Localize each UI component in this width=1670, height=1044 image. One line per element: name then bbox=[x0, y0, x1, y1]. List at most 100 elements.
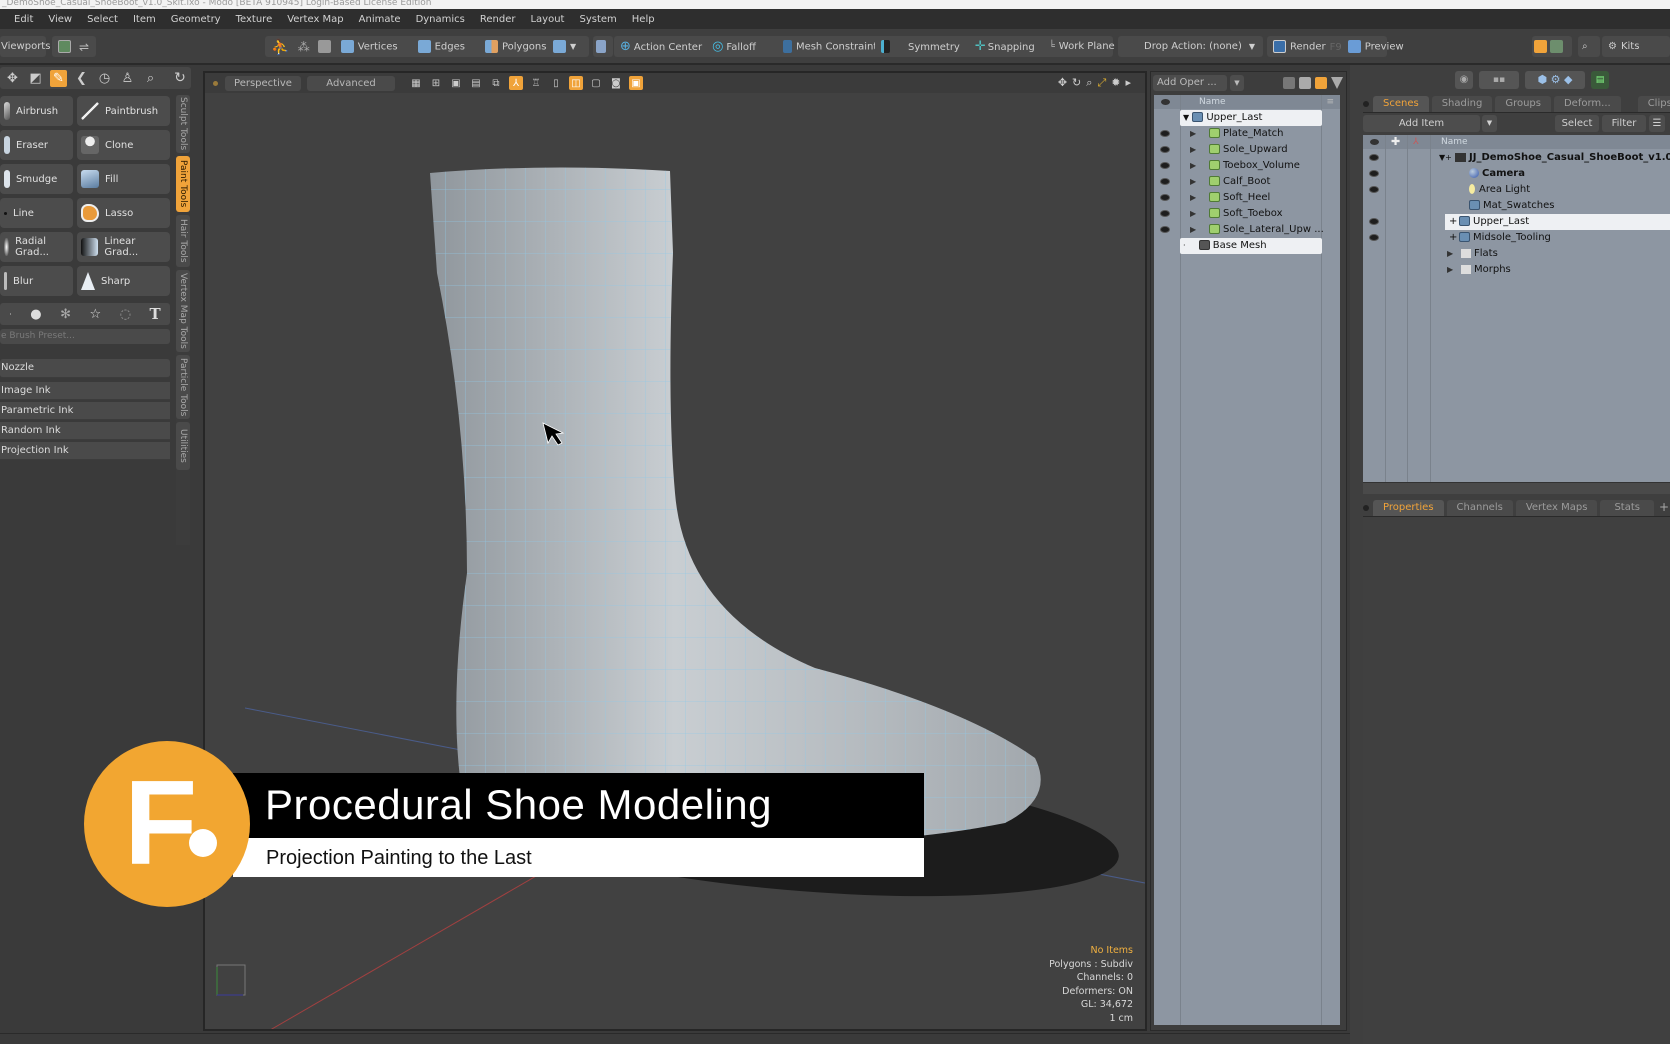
add-tab-icon[interactable]: + bbox=[1659, 500, 1669, 514]
skeleton-mode-icon[interactable]: ⛹ bbox=[271, 38, 290, 56]
wireframe-icon[interactable]: ▦ bbox=[409, 76, 423, 90]
paint-mode-icon[interactable]: ✎ bbox=[50, 69, 67, 87]
menu-select[interactable]: Select bbox=[87, 14, 118, 25]
search-button[interactable]: ⌕ bbox=[1578, 36, 1600, 57]
pan-icon[interactable]: ✥ bbox=[1058, 76, 1067, 90]
add-operator-dropdown[interactable]: Add Oper ... bbox=[1153, 75, 1227, 91]
expand-icon[interactable]: ▶ bbox=[1190, 222, 1196, 238]
scene-item-upper-last[interactable]: + Upper_Last bbox=[1445, 214, 1670, 230]
linear-gradient-button[interactable]: Linear Grad... bbox=[77, 232, 170, 262]
mesh-op-item[interactable]: ▶ Soft_Toebox bbox=[1154, 206, 1340, 222]
list-options-icon[interactable]: ☰ bbox=[1649, 115, 1665, 132]
filter-button[interactable]: Filter bbox=[1602, 115, 1646, 132]
mesh-op-item[interactable]: ▶ Sole_Upward bbox=[1154, 142, 1340, 158]
expand-icon[interactable]: ▶ bbox=[1190, 174, 1196, 190]
tab-sculpt-tools[interactable]: Sculpt Tools bbox=[176, 95, 190, 153]
add-item-dropdown[interactable]: Add Item bbox=[1363, 115, 1480, 132]
transform-icon[interactable]: ✥ bbox=[4, 70, 21, 87]
mesh-op-item[interactable]: ▶ Sole_Lateral_Upw ... bbox=[1154, 222, 1340, 238]
procedural-brush-icon[interactable]: ◌ bbox=[120, 307, 131, 322]
snapping-button[interactable]: ✛ Snapping bbox=[975, 39, 1035, 54]
ink-random[interactable]: Random Ink bbox=[0, 422, 170, 440]
view-ops-icon[interactable] bbox=[1315, 77, 1327, 89]
safe-frame-icon[interactable]: ◙ bbox=[609, 76, 623, 90]
kits-button[interactable]: ⚙ Kits bbox=[1602, 36, 1670, 57]
tab-scenes[interactable]: Scenes bbox=[1373, 96, 1429, 112]
brush-preset-field[interactable]: e Brush Preset... bbox=[0, 329, 170, 344]
timer-icon[interactable]: ◷ bbox=[96, 70, 113, 87]
visibility-eye-icon[interactable] bbox=[1160, 146, 1170, 153]
search-tool-icon[interactable]: ⌕ bbox=[142, 70, 159, 87]
swap-icon[interactable]: ⇌ bbox=[79, 40, 89, 54]
options-icon[interactable]: ≡ bbox=[1326, 95, 1334, 109]
action-center-button[interactable]: ⊕ Action Center bbox=[620, 39, 702, 54]
ink-image[interactable]: Image Ink bbox=[0, 382, 170, 400]
filter-icon[interactable] bbox=[1331, 77, 1343, 89]
stamp-icon[interactable]: ♙ bbox=[119, 70, 136, 87]
tab-vertex-map-tools[interactable]: Vertex Map Tools bbox=[176, 270, 190, 352]
mesh-op-item[interactable]: ▶ Toebox_Volume bbox=[1154, 158, 1340, 174]
chevron-down-icon[interactable]: ▼ bbox=[1482, 115, 1497, 132]
expand-arrow-icon[interactable]: ▸ bbox=[1125, 76, 1131, 90]
fill-button[interactable]: Fill bbox=[77, 164, 170, 194]
maximize-icon[interactable]: ⤢ bbox=[1097, 76, 1106, 90]
panel-menu-icon[interactable] bbox=[1363, 101, 1369, 107]
pivot-mode-button[interactable] bbox=[593, 36, 613, 57]
tab-stats[interactable]: Stats bbox=[1600, 500, 1654, 516]
item-mode-icon[interactable] bbox=[317, 40, 331, 53]
paintbrush-button[interactable]: Paintbrush bbox=[77, 96, 170, 126]
polygons-button[interactable]: Polygons bbox=[484, 40, 546, 53]
blur-button[interactable]: Blur bbox=[0, 266, 73, 296]
scene-item-root[interactable]: ▼+ JJ_DemoShoe_Casual_ShoeBoot_v1.0_S bbox=[1363, 150, 1670, 166]
tab-clips[interactable]: Clips bbox=[1637, 96, 1670, 112]
menu-system[interactable]: System bbox=[579, 14, 616, 25]
stamp-view-icon[interactable]: ♖ bbox=[529, 76, 543, 90]
expand-icon[interactable]: ▶ bbox=[1447, 262, 1453, 278]
settings-icon[interactable]: ✹ bbox=[1111, 76, 1120, 90]
zoom-icon[interactable]: ⌕ bbox=[1086, 76, 1092, 90]
work-plane-button[interactable]: ╘ Work Plane bbox=[1049, 41, 1115, 52]
tab-groups[interactable]: Groups bbox=[1495, 96, 1551, 112]
render-button[interactable]: Render F9 bbox=[1273, 40, 1342, 53]
viewports-button[interactable]: Viewports bbox=[0, 36, 50, 57]
scene-item-camera[interactable]: Camera bbox=[1363, 166, 1670, 182]
star-brush-icon[interactable]: ☆ bbox=[90, 307, 102, 322]
visibility-eye-icon[interactable] bbox=[1160, 226, 1170, 233]
mesh-op-item[interactable]: ▶ Plate_Match bbox=[1154, 126, 1340, 142]
tab-deformers[interactable]: Deform... bbox=[1553, 96, 1621, 112]
expand-icon[interactable]: ▶ bbox=[1190, 142, 1196, 158]
tab-hair-tools[interactable]: Hair Tools bbox=[176, 215, 190, 267]
camera-view-icon[interactable]: ◉ bbox=[1455, 71, 1473, 89]
visibility-eye-icon[interactable] bbox=[1369, 186, 1379, 193]
menu-animate[interactable]: Animate bbox=[359, 14, 401, 25]
ink-projection[interactable]: Projection Ink bbox=[0, 442, 170, 460]
menu-geometry[interactable]: Geometry bbox=[171, 14, 221, 25]
text-brush-icon[interactable]: T bbox=[150, 305, 161, 323]
viewport-menu-dot-icon[interactable] bbox=[213, 80, 218, 86]
grid-icon[interactable]: ⊞ bbox=[429, 76, 443, 90]
mesh-op-root[interactable]: ▼ Upper_Last bbox=[1180, 110, 1322, 126]
radial-gradient-button[interactable]: Radial Grad... bbox=[0, 232, 73, 262]
frame-icon[interactable]: ▢ bbox=[589, 76, 603, 90]
scene-item-flats[interactable]: ▶ Flats bbox=[1363, 246, 1670, 262]
tab-vertex-maps[interactable]: Vertex Maps bbox=[1515, 500, 1598, 516]
edges-button[interactable]: Edges bbox=[417, 40, 465, 53]
menu-view[interactable]: View bbox=[48, 14, 72, 25]
expand-icon[interactable]: ▼+ bbox=[1439, 150, 1452, 166]
falloff-button[interactable]: ◎ Falloff bbox=[712, 39, 756, 54]
eraser-button[interactable]: Eraser bbox=[0, 130, 73, 160]
visibility-eye-icon[interactable] bbox=[1160, 210, 1170, 217]
round-brush-icon[interactable]: ● bbox=[30, 307, 41, 322]
expand-icon[interactable]: ▶ bbox=[1447, 246, 1453, 262]
tab-particle-tools[interactable]: Particle Tools bbox=[176, 355, 190, 419]
chevron-down-icon[interactable]: ▼ bbox=[1230, 75, 1244, 91]
visibility-eye-icon[interactable] bbox=[1369, 218, 1379, 225]
shading-mode-button[interactable]: Advanced bbox=[307, 75, 395, 91]
select-tool-icon[interactable]: ◩ bbox=[27, 70, 44, 87]
menu-help[interactable]: Help bbox=[632, 14, 655, 25]
item-tools-icon[interactable]: ⬢ ⚙ ◆ bbox=[1525, 71, 1585, 89]
timeline-strip[interactable] bbox=[0, 1033, 1350, 1044]
vertices-button[interactable]: Vertices bbox=[340, 40, 398, 53]
scene-item-midsole[interactable]: + Midsole_Tooling bbox=[1363, 230, 1670, 246]
backdrop-icon[interactable]: ◫ bbox=[569, 76, 583, 90]
